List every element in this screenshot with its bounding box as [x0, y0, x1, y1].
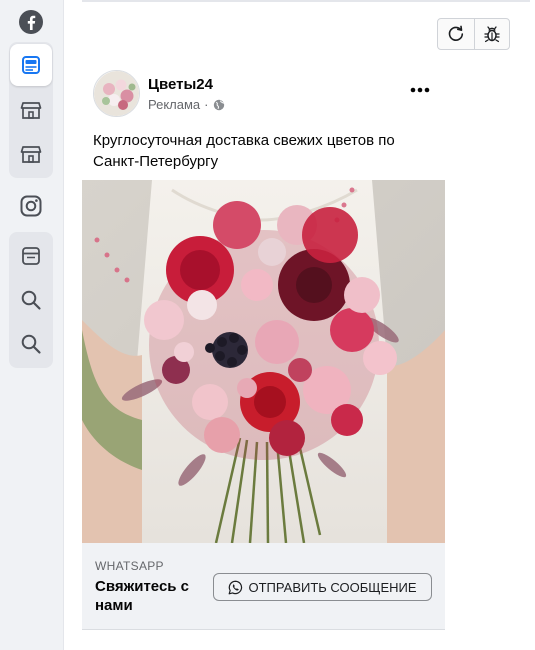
- sidebar-item-feed[interactable]: [10, 44, 52, 86]
- sponsored-label[interactable]: Реклама: [148, 97, 200, 112]
- sidebar-item-search[interactable]: [9, 278, 53, 322]
- browser-window-icon: [22, 247, 40, 265]
- sidebar-item-browser[interactable]: [9, 234, 53, 278]
- post-header: Цветы24 Реклама ·: [93, 70, 433, 118]
- instagram-icon[interactable]: [9, 184, 53, 228]
- sponsored-line: Реклама ·: [148, 97, 225, 112]
- search-icon: [21, 334, 41, 354]
- globe-icon: [213, 99, 224, 110]
- send-message-label: ОТПРАВИТЬ СООБЩЕНИЕ: [248, 579, 417, 595]
- bug-icon: [484, 26, 500, 43]
- storefront-icon: [20, 146, 42, 163]
- divider: [82, 0, 530, 2]
- facebook-icon[interactable]: [9, 0, 53, 44]
- sidebar-item-marketplace-2[interactable]: [9, 132, 53, 176]
- sidebar: [0, 0, 64, 650]
- whatsapp-icon: [229, 580, 243, 594]
- storefront-icon: [20, 102, 42, 119]
- debug-button[interactable]: [473, 19, 510, 49]
- more-options-button[interactable]: [402, 78, 438, 102]
- cta-caption: WHATSAPP: [95, 559, 164, 573]
- sidebar-item-marketplace[interactable]: [9, 88, 53, 132]
- page-name[interactable]: Цветы24: [148, 76, 213, 93]
- refresh-icon: [448, 25, 463, 41]
- feed-card-icon: [22, 56, 40, 74]
- page-avatar[interactable]: [93, 70, 140, 117]
- cta-bar[interactable]: WHATSAPP Свяжитесь с нами ОТПРАВИТЬ СООБ…: [82, 543, 445, 630]
- refresh-button[interactable]: [438, 19, 474, 49]
- separator: ·: [204, 97, 209, 112]
- more-dots-icon: [410, 87, 430, 93]
- send-message-button[interactable]: ОТПРАВИТЬ СООБЩЕНИЕ: [213, 573, 432, 601]
- toolbar: [437, 18, 510, 50]
- sidebar-item-search-2[interactable]: [9, 322, 53, 366]
- post-image[interactable]: [82, 180, 445, 543]
- post-text: Круглосуточная доставка свежих цветов по…: [93, 132, 395, 170]
- cta-title: Свяжитесь с нами: [95, 578, 190, 614]
- search-icon: [21, 290, 41, 310]
